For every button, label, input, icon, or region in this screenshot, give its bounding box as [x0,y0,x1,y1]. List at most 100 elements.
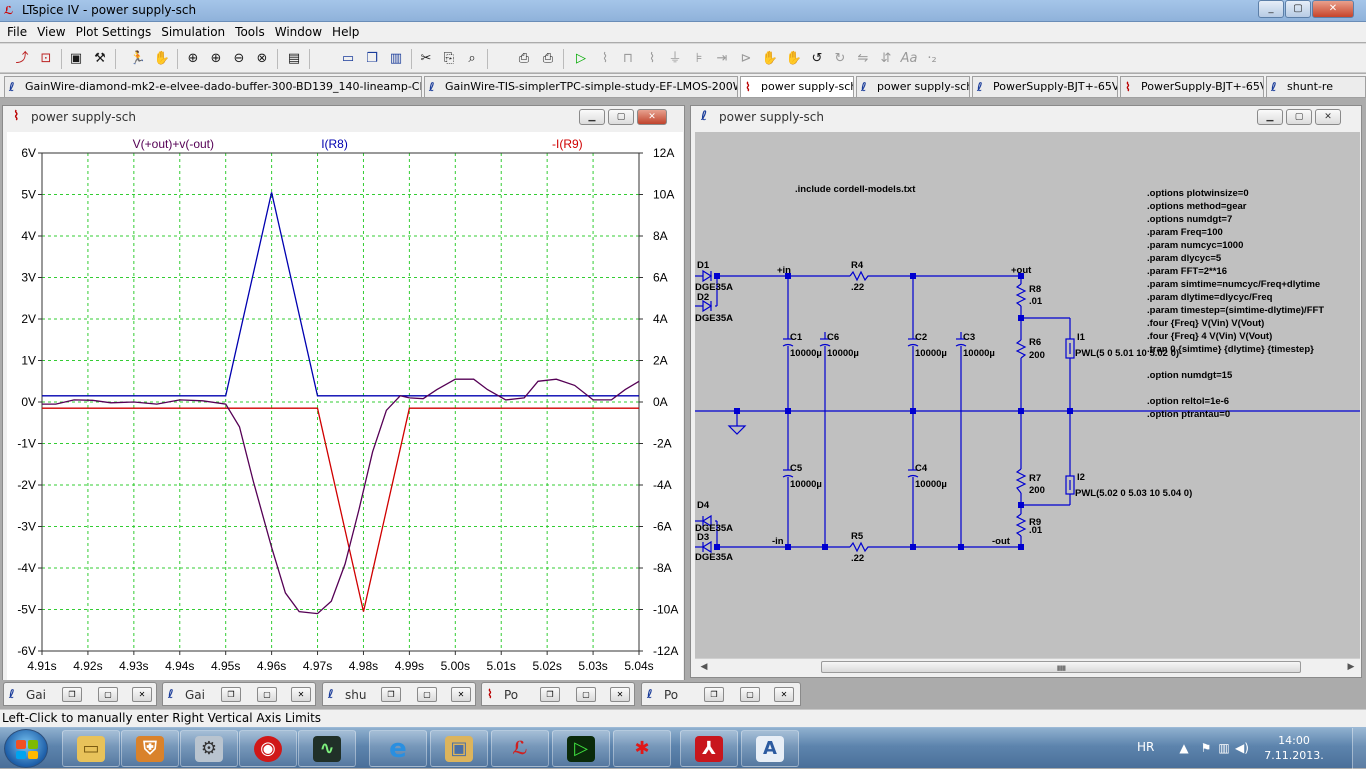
taskbar-bug[interactable]: ✱ [613,730,671,767]
maximize-icon[interactable]: ▢ [98,687,118,702]
taskbar-ie[interactable]: e [369,730,427,767]
save-icon[interactable]: ▣ [66,49,86,69]
minimized-window-2[interactable]: ℓ Gai ❐ ▢ ✕ [162,682,316,706]
tile-horizontal-icon[interactable]: ▭ [338,49,358,69]
open-icon[interactable]: ⤴ [12,49,32,69]
spice-directive-line[interactable]: .options plotwinsize=0 [1147,188,1249,199]
zoom-out-icon[interactable]: ⊖ [229,49,249,69]
restore-icon[interactable]: ❐ [540,687,560,702]
maximize-icon[interactable]: ▢ [417,687,437,702]
tab-powersupply-bjt-plot[interactable]: ⌇ PowerSupply-BJT+-65V [1120,76,1264,97]
clock[interactable]: 14:00 7.11.2013. [1254,733,1334,763]
spice-directive-line[interactable]: .four {Freq} V(Vin) V(Vout) [1147,318,1264,329]
scroll-right-icon[interactable]: ▶ [1343,660,1359,674]
scroll-left-icon[interactable]: ◀ [696,660,712,674]
waveform-close-button[interactable]: ✕ [637,109,667,125]
menu-view[interactable]: View [32,25,70,39]
run-icon[interactable]: 🏃 [128,49,148,69]
capacitor-icon[interactable]: ⊓ [618,49,638,69]
trace-label[interactable]: -I(R9) [552,137,583,151]
tab-shunt-re[interactable]: ℓ shunt-re [1266,76,1366,97]
new-schematic-icon[interactable]: ⊡ [36,49,56,69]
resistor-icon[interactable]: ⌇ [595,49,615,69]
i2-value[interactable]: PWL(5.02 0 5.03 10 5.04 0) [1075,488,1192,499]
network-icon[interactable]: ▥ [1216,740,1232,756]
minimized-window-4[interactable]: ⌇ Po ❐ ▢ ✕ [481,682,635,706]
menu-window[interactable]: Window [270,25,327,39]
menu-file[interactable]: File [2,25,32,39]
horizontal-scrollbar[interactable]: ◀ ▮▮▮ ▶ [695,658,1360,674]
taskbar-scope[interactable]: ∿ [298,730,356,767]
taskbar-document[interactable]: A [741,730,799,767]
autorange-icon[interactable]: ▤ [284,49,304,69]
copy-icon[interactable]: ⎘ [439,49,459,69]
waveform-plot[interactable]: 4.91s 4.92s 4.93s 4.94s 4.95s 4.96s 4.97s 4.98s… [7,132,683,686]
maximize-icon[interactable]: ▢ [576,687,596,702]
trace-label[interactable]: V(+out)+v(-out) [133,137,214,151]
minimized-window-5[interactable]: ℓ Po ❐ ▢ ✕ [641,682,801,706]
diode-icon[interactable]: ⏚ [665,49,685,69]
maximize-button[interactable]: ▢ [1285,0,1311,18]
taskbar-ltspice[interactable]: ℒ [491,730,549,767]
spice-directive-line[interactable]: .options numdgt=7 [1147,214,1232,225]
mirror-icon[interactable]: ↻ [830,49,850,69]
taskbar-pictures[interactable]: ▣ [430,730,488,767]
spice-directive-line[interactable]: .param Freq=100 [1147,227,1223,238]
spice-directive-line[interactable]: .option numdgt=15 [1147,370,1233,381]
tab-powersupply-bjt-schematic[interactable]: ℓ PowerSupply-BJT+-65V [972,76,1118,97]
spice-directive-line[interactable]: .param numcyc=1000 [1147,240,1243,251]
show-hidden-icons-icon[interactable]: ▲ [1176,740,1192,756]
minimized-window-1[interactable]: ℓ Gai ❐ ▢ ✕ [3,682,157,706]
include-directive[interactable]: .include cordell-models.txt [795,184,916,195]
trace-label[interactable]: I(R8) [321,137,348,151]
halt-icon[interactable]: ✋ [152,49,172,69]
spice-directive-line[interactable]: .four {Freq} 4 V(Vin) V(Vout) [1147,331,1272,342]
drag-icon[interactable]: ⊳ [736,49,756,69]
spice-directive-icon[interactable]: ⇵ [876,49,896,69]
taskbar-firewall[interactable]: ⛨ [121,730,179,767]
taskbar-explorer[interactable]: ▭ [62,730,120,767]
redo-icon[interactable]: ✋ [784,49,804,69]
undo-icon[interactable]: ✋ [760,49,780,69]
close-icon[interactable]: ✕ [610,687,630,702]
zoom-fit-icon[interactable]: ⊗ [252,49,272,69]
zoom-area-icon[interactable]: ⊕ [183,49,203,69]
schematic-drawing[interactable]: .include cordell-models.txt +in -in +out… [695,132,1360,672]
close-icon[interactable]: ✕ [451,687,471,702]
restore-icon[interactable]: ❐ [704,687,724,702]
menu-help[interactable]: Help [327,25,364,39]
taskbar-pdf[interactable]: ⅄ [680,730,738,767]
op-icon[interactable]: ·₂ [922,49,942,69]
spice-directive-line[interactable]: .param dlycyc=5 [1147,253,1222,264]
spice-directive-line[interactable]: .param timestep=(simtime-dlytime)/FFT [1147,305,1324,316]
tab-gainwire-tis[interactable]: ℓ GainWire-TIS-simplerTPC-simple-study-EF… [424,76,738,97]
ground-icon[interactable]: ⊧ [689,49,709,69]
restore-icon[interactable]: ❐ [381,687,401,702]
minimize-button[interactable]: _ [1258,0,1284,18]
waveform-chart[interactable]: 4.91s 4.92s 4.93s 4.94s 4.95s 4.96s 4.97s 4.98s… [7,132,683,686]
tile-vertical-icon[interactable]: ▥ [386,49,406,69]
show-desktop-button[interactable] [1352,728,1366,769]
maximize-icon[interactable]: ▢ [257,687,277,702]
close-icon[interactable]: ✕ [291,687,311,702]
schematic-canvas[interactable]: .include cordell-models.txt +in -in +out… [695,132,1360,672]
volume-icon[interactable]: ◀) [1234,740,1250,756]
cut-icon[interactable]: ✂ [416,49,436,69]
spice-directive-line[interactable]: .option reltol=1e-6 [1147,396,1229,407]
menu-simulation[interactable]: Simulation [156,25,230,39]
menu-tools[interactable]: Tools [230,25,270,39]
maximize-icon[interactable]: ▢ [740,687,760,702]
waveform-maximize-button[interactable]: ▢ [608,109,634,125]
print-icon[interactable]: ⎙ [538,49,558,69]
tab-power-supply-schematic[interactable]: ℓ power supply-sch [856,76,970,97]
control-panel-icon[interactable]: ⚒ [90,49,110,69]
taskbar-simulator[interactable]: ▷ [552,730,610,767]
restore-icon[interactable]: ❐ [62,687,82,702]
schematic-maximize-button[interactable]: ▢ [1286,109,1312,125]
start-button[interactable] [4,729,48,768]
action-center-icon[interactable]: ⚑ [1198,740,1214,756]
minimized-window-3[interactable]: ℓ shu ❐ ▢ ✕ [322,682,476,706]
taskbar-security[interactable]: ◉ [239,730,297,767]
spice-directive-line[interactable]: .tran 0 {simtime} {dlytime} {timestep} [1147,344,1314,355]
font-icon[interactable]: Aa [899,49,919,69]
